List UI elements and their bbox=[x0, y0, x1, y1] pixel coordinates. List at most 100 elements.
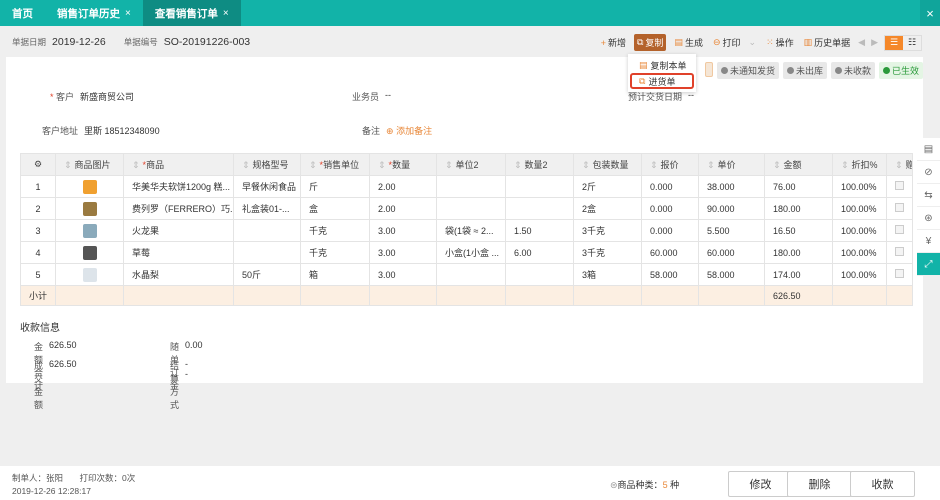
header-label: 金额 bbox=[783, 160, 802, 170]
expand-icon[interactable]: ⤢ bbox=[917, 253, 940, 276]
gift-checkbox[interactable] bbox=[886, 197, 913, 220]
chevron-down-icon[interactable]: ⌄ bbox=[749, 37, 757, 48]
footer: 制单人：张阳 打印次数：0次 2019-12-26 12:28:17 ⊜商品种类… bbox=[0, 466, 940, 500]
table-row[interactable]: 2 费列罗（FERRERO）巧... 礼盒装01-... 盒 2.00 2盒 0.000 90… bbox=[20, 197, 913, 220]
prev-icon[interactable]: ◀ bbox=[858, 37, 865, 48]
checkbox[interactable] bbox=[895, 181, 904, 190]
checkbox[interactable] bbox=[895, 247, 904, 256]
menu-item-purchase-order[interactable]: ⧉ 进货单 bbox=[630, 73, 694, 89]
address-value[interactable]: 里斯 18512348090 bbox=[84, 124, 160, 137]
close-icon[interactable]: × bbox=[223, 8, 229, 19]
sort-icon[interactable]: ⇕ bbox=[132, 160, 140, 170]
sort-icon[interactable]: ⇕ bbox=[445, 160, 453, 170]
close-icon[interactable]: × bbox=[125, 8, 131, 19]
product-image[interactable] bbox=[55, 263, 124, 286]
column-header[interactable]: ⇕ 单价 bbox=[698, 153, 765, 176]
edit-button[interactable]: 修改 bbox=[728, 471, 793, 497]
column-header[interactable]: ⇕ 报价 bbox=[641, 153, 699, 176]
sort-icon[interactable]: ⇕ bbox=[309, 160, 317, 170]
sort-icon[interactable]: ⇕ bbox=[841, 160, 849, 170]
sort-icon[interactable]: ⇕ bbox=[242, 160, 250, 170]
label: 打印 bbox=[722, 38, 741, 48]
salesman-value[interactable]: -- bbox=[385, 90, 391, 103]
row-number: 1 bbox=[20, 175, 56, 198]
sort-icon[interactable]: ⇕ bbox=[773, 160, 781, 170]
tab-sales-history[interactable]: 销售订单历史 × bbox=[45, 0, 143, 26]
tab-home[interactable]: 首页 bbox=[0, 0, 45, 26]
operate-button[interactable]: ⁙ 操作 bbox=[764, 35, 796, 50]
column-header[interactable]: ⇕ 包装数量 bbox=[573, 153, 642, 176]
table-row[interactable]: 3 火龙果 千克 3.00 袋(1袋 ≈ 2... 1.50 3千克 0.000 5.500 16… bbox=[20, 219, 913, 242]
window-close-icon[interactable]: × bbox=[920, 0, 940, 26]
cell-spec bbox=[233, 219, 301, 242]
gift-checkbox[interactable] bbox=[886, 263, 913, 286]
status-badge: 未出库 bbox=[782, 62, 827, 79]
column-header[interactable]: ⇕ 数量2 bbox=[505, 153, 574, 176]
note-icon[interactable]: ▤ bbox=[917, 138, 940, 161]
checkbox[interactable] bbox=[895, 225, 904, 234]
plus-icon: + bbox=[600, 37, 606, 48]
yen-icon[interactable]: ¥ bbox=[917, 230, 940, 253]
column-header[interactable]: ⇕ 金额 bbox=[764, 153, 833, 176]
sort-icon[interactable]: ⇕ bbox=[378, 160, 386, 170]
cell-discount: 100.00% bbox=[832, 241, 887, 264]
dollar-icon[interactable]: ⊛ bbox=[917, 207, 940, 230]
sort-icon[interactable]: ⇕ bbox=[64, 160, 72, 170]
add-note-button[interactable]: ⊕ 添加备注 bbox=[386, 124, 432, 137]
column-header[interactable]: ⇕ 单位2 bbox=[436, 153, 506, 176]
header-label: 折扣% bbox=[851, 160, 878, 170]
delete-button[interactable]: 删除 bbox=[787, 471, 852, 497]
column-settings-icon[interactable]: ⚙ bbox=[20, 153, 56, 176]
kinds-count: ⊜商品种类：5 种 bbox=[610, 478, 679, 491]
sort-icon[interactable]: ⇕ bbox=[707, 160, 715, 170]
table-row[interactable]: 5 水晶梨 50斤箱 3.00 3箱 58.000 58.000 174.00 100.00% bbox=[20, 263, 913, 286]
sort-icon[interactable]: ⇕ bbox=[582, 160, 590, 170]
header-label: 商品图片 bbox=[74, 160, 111, 170]
tab-view-order[interactable]: 查看销售订单 × bbox=[142, 0, 241, 26]
cell-amount: 76.00 bbox=[764, 175, 833, 198]
gift-checkbox[interactable] bbox=[886, 219, 913, 242]
copy-button[interactable]: ⧉ 复制 bbox=[633, 34, 667, 51]
column-header[interactable]: ⇕ *销售单位 bbox=[300, 153, 370, 176]
history-button[interactable]: ▥ 历史单据 bbox=[802, 35, 853, 50]
status-badge bbox=[704, 62, 713, 77]
column-header[interactable]: ⇕ 商品图片 bbox=[55, 153, 124, 176]
gift-checkbox[interactable] bbox=[886, 175, 913, 198]
cell-unit2: 小盒(1小盒 ... bbox=[436, 241, 506, 264]
exchange-icon[interactable]: ⇆ bbox=[917, 184, 940, 207]
menu-item-copy-this[interactable]: ▤ 复制本单 bbox=[628, 57, 696, 73]
checkbox[interactable] bbox=[895, 269, 904, 278]
view-toggle: ☰ ☷ bbox=[884, 34, 922, 51]
sort-icon[interactable]: ⇕ bbox=[895, 160, 903, 170]
column-header[interactable]: ⇕ 规格型号 bbox=[233, 153, 301, 176]
cell-qty2: 1.50 bbox=[505, 219, 574, 242]
add-button[interactable]: + 新增 bbox=[599, 35, 628, 50]
collect-button[interactable]: 收款 bbox=[850, 471, 915, 497]
link-icon[interactable]: ⊘ bbox=[917, 161, 940, 184]
product-image[interactable] bbox=[55, 197, 124, 220]
table-row[interactable]: 1 华美华夫软饼1200g 糕... 早餐休闲食品斤 2.00 2斤 0.000 38.00… bbox=[20, 175, 913, 198]
detail-view-icon[interactable]: ☷ bbox=[903, 36, 921, 50]
checkbox[interactable] bbox=[895, 203, 904, 212]
column-header[interactable]: ⇕赠 bbox=[886, 153, 913, 176]
product-image[interactable] bbox=[55, 219, 124, 242]
sort-icon[interactable]: ⇕ bbox=[650, 160, 658, 170]
cell-quote: 0.000 bbox=[641, 197, 699, 220]
product-image[interactable] bbox=[55, 175, 124, 198]
subtotal-row: 小计 626.50 bbox=[20, 285, 913, 306]
copy-menu: ▤ 复制本单 ⧉ 进货单 bbox=[628, 54, 696, 92]
next-icon[interactable]: ▶ bbox=[871, 37, 878, 48]
product-image[interactable] bbox=[55, 241, 124, 264]
empty-cell bbox=[832, 285, 887, 306]
list-view-icon[interactable]: ☰ bbox=[885, 35, 903, 50]
cell-unit: 千克 bbox=[300, 241, 370, 264]
customer-value[interactable]: 新盛商贸公司 bbox=[80, 90, 134, 103]
print-button[interactable]: ⊖ 打印 ⌄ bbox=[711, 35, 758, 50]
column-header[interactable]: ⇕ 折扣% bbox=[832, 153, 887, 176]
sort-icon[interactable]: ⇕ bbox=[514, 160, 522, 170]
column-header[interactable]: ⇕ *数量 bbox=[369, 153, 437, 176]
column-header[interactable]: ⇕ *商品 bbox=[123, 153, 234, 176]
gift-checkbox[interactable] bbox=[886, 241, 913, 264]
table-row[interactable]: 4 草莓 千克 3.00 小盒(1小盒 ... 6.00 3千克 60.000 60.000 18… bbox=[20, 241, 913, 264]
generate-button[interactable]: ▤ 生成 bbox=[672, 35, 705, 50]
